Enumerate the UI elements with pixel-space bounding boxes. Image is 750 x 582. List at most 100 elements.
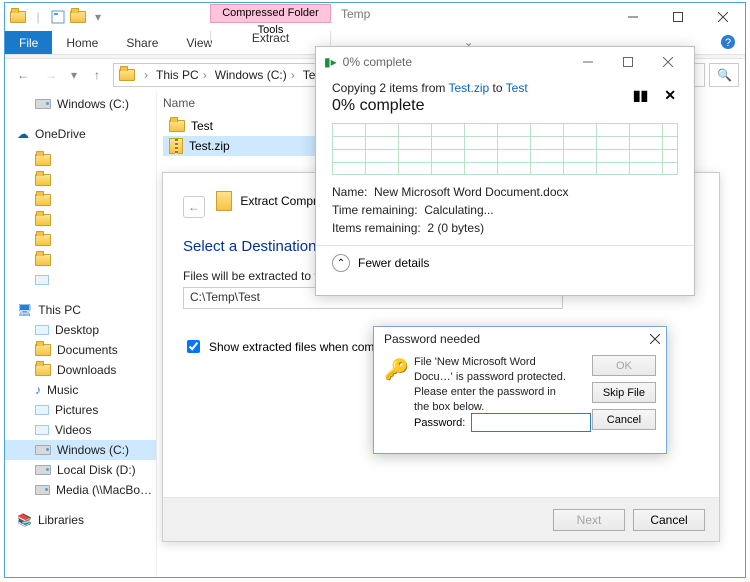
copy-percent: 0% complete	[332, 97, 678, 115]
password-close-button[interactable]	[650, 334, 660, 344]
tab-extract[interactable]: Extract	[210, 31, 331, 45]
qat-dropdown-icon[interactable]: ▾	[89, 8, 107, 26]
qat-properties-icon[interactable]	[49, 8, 67, 26]
nav-this-pc[interactable]: 🖥This PC	[5, 300, 156, 320]
explorer-app-icon	[9, 8, 27, 26]
copy-dest-link[interactable]: Test	[506, 81, 528, 95]
back-button[interactable]: ←	[11, 63, 35, 87]
folder-icon	[35, 174, 51, 186]
wizard-back-button[interactable]: ←	[183, 196, 205, 218]
close-button[interactable]	[700, 3, 745, 31]
this-pc-icon: 🖥	[17, 303, 32, 317]
password-input[interactable]	[471, 413, 591, 432]
crumb-this-pc[interactable]: This PC	[156, 68, 199, 82]
desktop-icon	[35, 325, 49, 335]
nav-local-d[interactable]: Local Disk (D:)	[5, 460, 156, 480]
column-header-name[interactable]: Name	[163, 92, 195, 114]
nav-downloads[interactable]: Downloads	[5, 360, 156, 380]
file-name: Test.zip	[189, 139, 230, 153]
drive-icon	[35, 465, 51, 475]
nav-empty-1	[5, 150, 156, 170]
search-box[interactable]: 🔍	[709, 63, 739, 87]
nav-empty-4	[5, 210, 156, 230]
titlebar: | ▾ Compressed Folder Tools Temp	[5, 3, 745, 31]
drive-icon	[35, 445, 51, 455]
next-button[interactable]: Next	[553, 509, 625, 531]
copy-source-link[interactable]: Test.zip	[449, 81, 490, 95]
key-icon: 🔑	[384, 357, 406, 379]
folder-icon	[35, 254, 51, 266]
qat-new-folder-icon[interactable]	[69, 8, 87, 26]
password-label: Password:	[414, 417, 465, 429]
pause-button[interactable]: ▮▮	[633, 87, 648, 104]
nav-empty-3	[5, 190, 156, 210]
nav-videos[interactable]: Videos	[5, 420, 156, 440]
minimize-button[interactable]	[610, 3, 655, 31]
folder-icon	[169, 120, 185, 132]
nav-windows-c-quick[interactable]: Windows (C:)	[5, 94, 156, 114]
downloads-icon	[35, 364, 51, 376]
forward-button[interactable]: →	[39, 63, 63, 87]
password-dialog-title: Password needed	[384, 332, 480, 346]
pictures-icon	[35, 405, 49, 415]
folder-icon	[35, 214, 51, 226]
videos-icon	[35, 425, 49, 435]
contextual-tool-tab[interactable]: Compressed Folder Tools	[210, 4, 331, 23]
nav-empty-2	[5, 170, 156, 190]
copy-title-icon: ▮▸	[324, 55, 337, 69]
ok-button[interactable]: OK	[592, 355, 656, 376]
zip-icon	[169, 138, 183, 154]
window-title: Temp	[341, 4, 370, 24]
nav-empty-7	[5, 270, 156, 290]
cancel-button[interactable]: Cancel	[633, 509, 705, 531]
maximize-button[interactable]	[655, 3, 700, 31]
recent-dropdown-icon[interactable]: ▾	[67, 63, 81, 87]
help-icon[interactable]: ?	[717, 31, 739, 53]
nav-windows-c[interactable]: Windows (C:)	[5, 440, 156, 460]
tab-home[interactable]: Home	[52, 31, 112, 54]
pictures-icon	[35, 275, 49, 285]
list-item[interactable]: Test	[163, 116, 323, 136]
file-name: Test	[191, 119, 213, 133]
show-extracted-checkbox[interactable]	[187, 340, 200, 353]
nav-empty-6	[5, 250, 156, 270]
stop-button[interactable]: ✕	[664, 87, 676, 104]
chevron-up-icon: ⌃	[332, 254, 350, 272]
copy-summary: Copying 2 items from Test.zip to Test	[332, 81, 678, 95]
wizard-footer: Next Cancel	[163, 497, 719, 541]
crumb-drive[interactable]: Windows (C:)	[215, 68, 287, 82]
nav-empty-5	[5, 230, 156, 250]
copy-maximize-button[interactable]	[608, 48, 648, 76]
nav-documents[interactable]: Documents	[5, 340, 156, 360]
nav-media[interactable]: Media (\\MacBo…	[5, 480, 156, 500]
music-icon: ♪	[35, 383, 41, 397]
copy-progress-bar	[332, 123, 678, 175]
fewer-details-toggle[interactable]: ⌃ Fewer details	[332, 254, 678, 272]
skip-file-button[interactable]: Skip File	[592, 382, 656, 403]
search-icon: 🔍	[717, 68, 732, 82]
tab-share[interactable]: Share	[112, 31, 172, 54]
folder-icon	[35, 154, 51, 166]
copy-progress-dialog: ▮▸ 0% complete Copying 2 items from Test…	[315, 46, 695, 296]
svg-text:?: ?	[725, 37, 731, 49]
show-extracted-label: Show extracted files when complete	[209, 340, 400, 354]
up-button[interactable]: ↑	[85, 63, 109, 87]
folder-icon	[35, 194, 51, 206]
documents-icon	[35, 344, 51, 356]
tab-file[interactable]: File	[5, 31, 52, 54]
list-item[interactable]: Test.zip	[163, 136, 323, 156]
copy-close-button[interactable]	[648, 48, 688, 76]
location-folder-icon	[118, 66, 136, 84]
cancel-button[interactable]: Cancel	[592, 409, 656, 430]
nav-onedrive[interactable]: ☁OneDrive	[5, 124, 156, 144]
qat-separator: |	[29, 8, 47, 26]
nav-music[interactable]: ♪Music	[5, 380, 156, 400]
libraries-icon: 📚	[17, 513, 32, 527]
password-message: File 'New Microsoft Word Docu…' is passw…	[414, 355, 572, 414]
copy-minimize-button[interactable]	[568, 48, 608, 76]
nav-desktop[interactable]: Desktop	[5, 320, 156, 340]
nav-libraries[interactable]: 📚Libraries	[5, 510, 156, 530]
password-dialog: Password needed 🔑 File 'New Microsoft Wo…	[373, 326, 667, 454]
zip-icon	[216, 191, 232, 211]
nav-pictures[interactable]: Pictures	[5, 400, 156, 420]
